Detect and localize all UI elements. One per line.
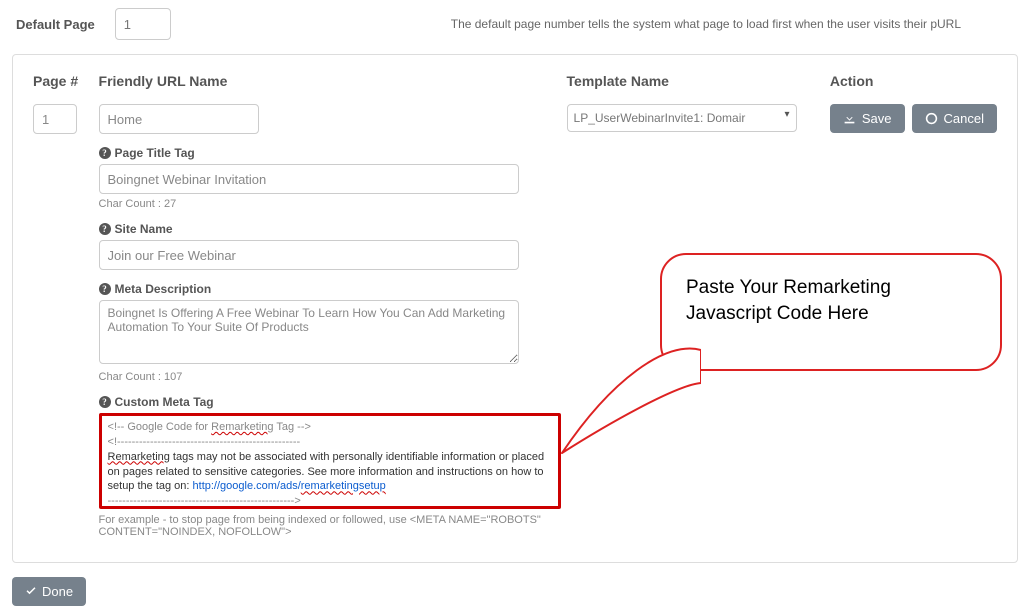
site-name-input[interactable] [99, 240, 519, 270]
check-icon [25, 586, 37, 598]
help-icon: ? [99, 283, 111, 295]
header-template: Template Name [567, 73, 810, 89]
save-button[interactable]: Save [830, 104, 905, 133]
annotation-callout: Paste Your Remarketing Javascript Code H… [660, 253, 1002, 371]
custom-meta-label: Custom Meta Tag [115, 395, 214, 409]
page-title-count: 27 [164, 198, 176, 210]
header-friendly-url: Friendly URL Name [99, 73, 567, 89]
page-number-input[interactable] [33, 104, 77, 134]
page-title-input[interactable] [99, 164, 519, 194]
site-name-label: Site Name [115, 222, 173, 236]
header-page-number: Page # [33, 73, 99, 89]
done-button[interactable]: Done [12, 577, 86, 606]
cancel-icon [925, 112, 938, 125]
meta-desc-count: 107 [164, 371, 182, 383]
help-icon: ? [99, 396, 111, 408]
download-icon [843, 112, 856, 125]
page-title-label: Page Title Tag [115, 146, 195, 160]
default-page-row: Default Page The default page number tel… [12, 8, 1018, 40]
default-page-label: Default Page [16, 17, 95, 32]
custom-meta-note: For example - to stop page from being in… [99, 514, 567, 538]
default-page-input[interactable] [115, 8, 171, 40]
meta-description-textarea[interactable] [99, 300, 519, 364]
meta-desc-count-label: Char Count : [99, 371, 161, 383]
cancel-button[interactable]: Cancel [912, 104, 997, 133]
help-icon: ? [99, 223, 111, 235]
page-title-count-label: Char Count : [99, 198, 161, 210]
friendly-url-input[interactable] [99, 104, 259, 134]
template-select[interactable]: LP_UserWebinarInvite1: Domair [567, 104, 797, 132]
header-action: Action [830, 73, 997, 89]
custom-meta-textarea[interactable]: <!-- Google Code for Remarketing Tag -->… [99, 413, 561, 509]
meta-description-label: Meta Description [115, 282, 212, 296]
help-icon: ? [99, 147, 111, 159]
default-page-description: The default page number tells the system… [451, 17, 961, 31]
